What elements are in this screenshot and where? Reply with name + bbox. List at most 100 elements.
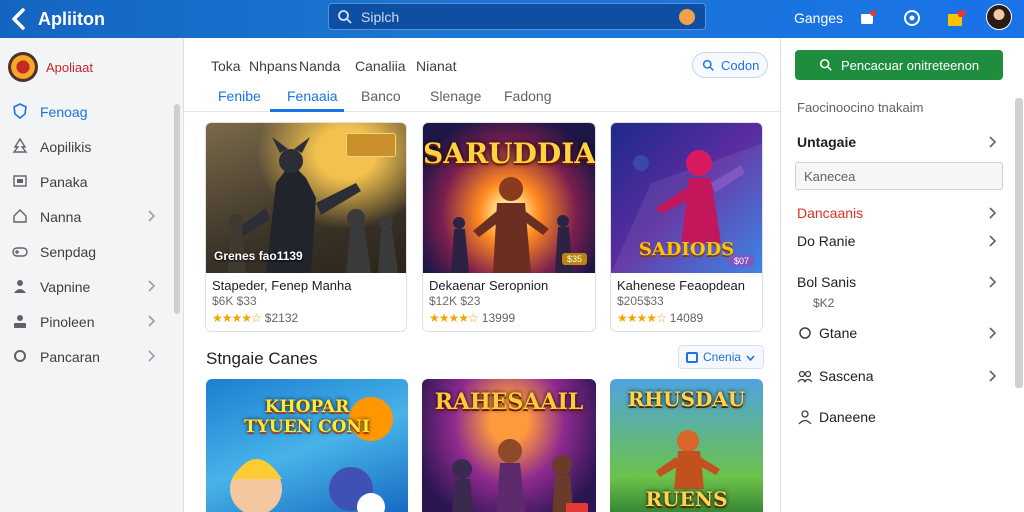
search-input[interactable]: [361, 8, 661, 26]
back-arrow-icon[interactable]: [8, 7, 32, 31]
game-card[interactable]: KHOPAR TYUEN CONI: [206, 379, 408, 512]
chevron-right-icon: [989, 370, 997, 382]
panel-row-sascena[interactable]: Sascena: [781, 362, 1007, 390]
top-link[interactable]: Nhpans: [249, 58, 297, 74]
sidebar-item-pancaran[interactable]: Pancaran: [0, 341, 170, 371]
top-link[interactable]: Toka: [211, 58, 241, 74]
tree-icon: [12, 138, 28, 153]
sidebar-item-panaka[interactable]: Panaka: [0, 166, 170, 196]
sidebar-item-fenoag[interactable]: Fenoag: [0, 96, 170, 126]
user-card-icon: [14, 315, 26, 328]
game-card[interactable]: Grenes fao1139 Stapeder, Fenep Manha $6K…: [205, 122, 407, 332]
primary-action-button[interactable]: Pencacuar onitreteenon: [795, 50, 1003, 80]
rating-value: $2132: [264, 311, 299, 325]
target-icon[interactable]: [902, 8, 922, 28]
filter-dropdown[interactable]: Cnenia: [678, 345, 764, 369]
sidebar-item-label: Fenoag: [40, 104, 88, 120]
brand-name: Apoliaat: [46, 60, 93, 75]
panel-row-untagaie[interactable]: Untagaie: [781, 128, 1007, 156]
tab-slenage[interactable]: Slenage: [430, 88, 481, 104]
game-title: Kahenese Feaopdean: [617, 278, 745, 293]
rating-stars-icon: ★★★★☆: [212, 311, 262, 325]
chevron-right-icon: [148, 350, 156, 362]
game-rating: ★★★★☆ $2132: [212, 311, 298, 325]
voice-search-icon[interactable]: [679, 9, 695, 25]
gallery-icon[interactable]: [858, 8, 878, 28]
tab-banco[interactable]: Banco: [361, 88, 401, 104]
brand-logo: [8, 52, 38, 82]
notification-icon[interactable]: [946, 8, 966, 28]
primary-action-label: Pencacuar onitreteenon: [841, 58, 980, 73]
game-card[interactable]: RAHESAAIL: [422, 379, 596, 512]
price-badge: $35: [561, 253, 587, 265]
panel-row-gtane[interactable]: Gtane: [781, 319, 1007, 347]
left-sidebar: Apoliaat Fenoag Aopilikis Panaka Nanna S…: [0, 38, 184, 512]
chevron-right-icon: [989, 276, 997, 288]
game-thumbnail: RAHESAAIL: [422, 379, 596, 512]
code-search-button[interactable]: Codon: [692, 52, 768, 78]
tab-fenaaia[interactable]: Fenaaia: [287, 88, 338, 104]
person-icon: [14, 280, 26, 293]
chevron-right-icon: [148, 315, 156, 327]
user-avatar[interactable]: [986, 4, 1012, 30]
panel-row-daneene[interactable]: Daneene: [781, 403, 1007, 431]
game-card[interactable]: SADIODS $07 Kahenese Feaopdean $205$33 ★…: [610, 122, 763, 332]
image-icon: [13, 175, 27, 187]
sidebar-scrollbar[interactable]: [174, 104, 180, 314]
main-content: Toka Nhpans Nanda Canaliia Nianat Codon …: [184, 38, 780, 512]
sidebar-item-nanna[interactable]: Nanna: [0, 201, 170, 231]
chevron-down-icon: [746, 355, 755, 362]
rating-value: 13999: [481, 311, 516, 325]
panel-subtitle: Faocinoocino tnakaim: [797, 100, 924, 115]
chevron-right-icon: [989, 235, 997, 247]
section-title: Stngaie Canes: [206, 349, 318, 368]
right-panel-scrollbar[interactable]: [1015, 98, 1023, 388]
sidebar-item-aopilikis[interactable]: Aopilikis: [0, 131, 170, 161]
rating-stars-icon: ★★★★☆: [429, 311, 479, 325]
game-logo: [346, 133, 396, 157]
top-link[interactable]: Nianat: [416, 58, 456, 74]
active-tab-indicator: [270, 109, 344, 112]
sidebar-item-label: Senpdag: [40, 244, 97, 260]
sidebar-item-pinoleen[interactable]: Pinoleen: [0, 306, 170, 336]
game-rating: ★★★★☆ 13999: [429, 311, 515, 325]
app-title: Apliiton: [38, 9, 105, 29]
sidebar-item-vapnine[interactable]: Vapnine: [0, 271, 170, 301]
game-thumbnail: SARUDDIAN $35: [423, 123, 595, 273]
tab-bar: Fenibe Fenaaia Banco Slenage Fadong: [184, 84, 780, 112]
panel-row-do-ranie[interactable]: Do Ranie: [781, 227, 1007, 255]
game-headline: RHUSDAU: [627, 387, 746, 411]
sidebar-item-senpdag[interactable]: Senpdag: [0, 236, 170, 266]
tab-fenibe[interactable]: Fenibe: [218, 88, 261, 104]
chevron-right-icon: [148, 280, 156, 292]
game-price: $205$33: [617, 294, 664, 308]
sidebar-item-label: Panaka: [40, 174, 88, 190]
panel-input[interactable]: Kanecea: [795, 162, 1003, 190]
game-thumbnail: KHOPAR TYUEN CONI: [206, 379, 408, 512]
right-panel: Pencacuar onitreteenon Faocinoocino tnak…: [780, 38, 1024, 512]
top-link[interactable]: Canaliia: [355, 58, 406, 74]
games-link[interactable]: Ganges: [794, 10, 843, 26]
shield-icon: [13, 103, 27, 119]
chevron-right-icon: [148, 210, 156, 222]
top-link[interactable]: Nanda: [299, 58, 340, 74]
brand[interactable]: Apoliaat: [8, 52, 178, 82]
person-outline-icon: [798, 410, 812, 425]
game-card[interactable]: SARUDDIAN $35 Dekaenar Seropnion $12K $2…: [422, 122, 596, 332]
panel-row-label: Bol Sanis: [797, 274, 857, 290]
gamepad-icon: [12, 247, 28, 257]
sidebar-item-label: Pinoleen: [40, 314, 95, 330]
search-icon: [819, 58, 832, 71]
people-icon: [797, 370, 813, 383]
game-card[interactable]: RHUSDAU RUENS: [610, 379, 763, 512]
panel-row-dancaanis[interactable]: Dancaanis: [781, 199, 1007, 227]
filter-label: Cnenia: [703, 350, 742, 364]
panel-row-label: Dancaanis: [797, 205, 864, 221]
game-price: $12K $23: [429, 294, 481, 308]
tab-fadong[interactable]: Fadong: [504, 88, 551, 104]
search-bar[interactable]: [328, 3, 706, 30]
rating-stars-icon: ★★★★☆: [617, 311, 667, 325]
panel-row-bol-sanis[interactable]: Bol Sanis: [781, 268, 1007, 296]
game-tagline: Grenes fao1139: [214, 249, 303, 263]
search-icon: [702, 59, 714, 71]
